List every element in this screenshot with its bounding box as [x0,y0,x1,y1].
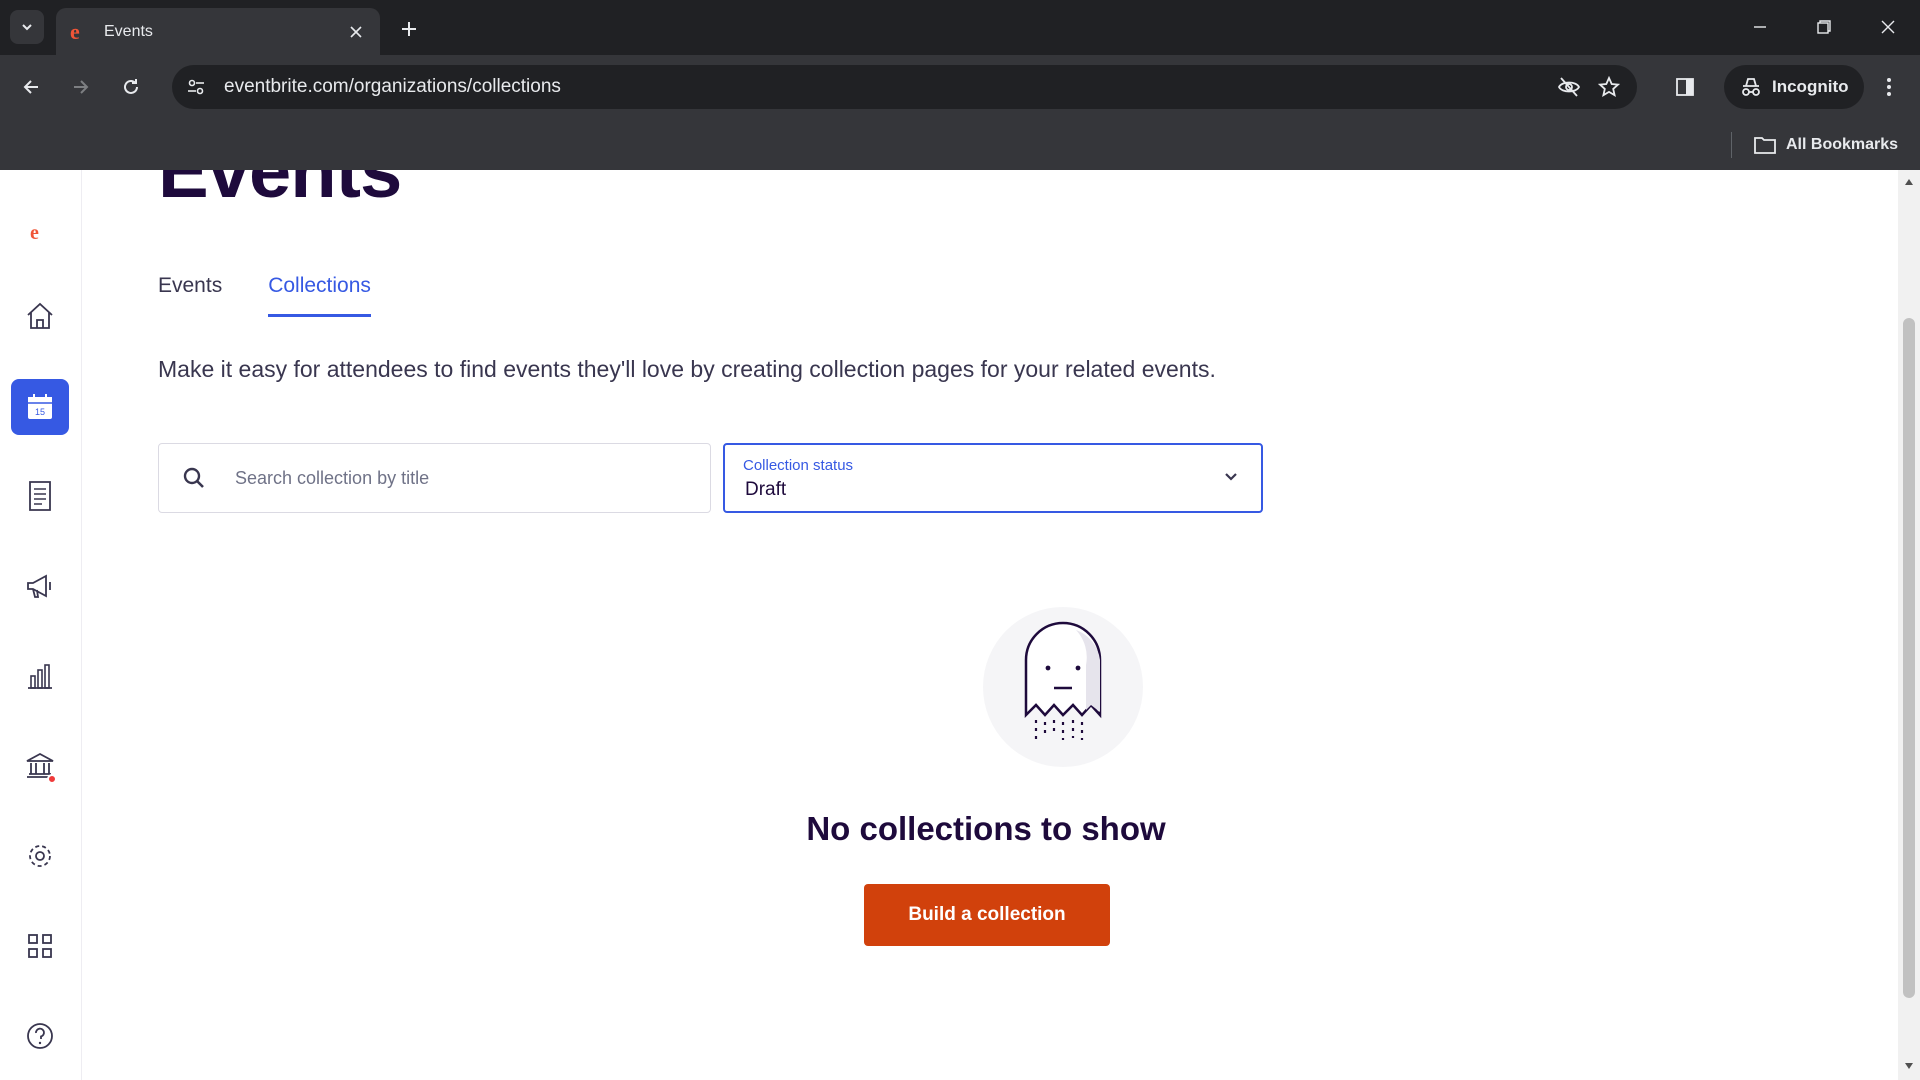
collection-status-select[interactable]: Collection status Draft [723,443,1263,513]
folder-icon [1754,137,1776,154]
close-icon [1881,20,1895,34]
search-box [158,443,711,513]
web-page: e 15 Events Events Collections Make it e… [0,170,1920,1080]
home-icon [27,302,53,329]
browser-tab-strip: e Events [0,0,1920,55]
grid-icon [28,934,52,958]
page-scrollbar[interactable] [1898,170,1920,1080]
reload-icon [124,79,138,94]
scroll-up-arrow-icon[interactable] [1903,176,1915,188]
browser-menu-button[interactable] [1872,70,1906,104]
restore-button[interactable] [1804,10,1844,44]
sidebar: e 15 [0,170,82,1080]
address-bar[interactable]: eventbrite.com/organizations/collections [172,65,1637,109]
tab-close-button[interactable] [346,22,366,42]
minimize-icon [1754,26,1766,28]
all-bookmarks-label: All Bookmarks [1786,136,1899,153]
tab-search-button[interactable] [10,10,44,44]
forward-button[interactable] [64,70,98,104]
help-icon [27,1023,53,1049]
search-input[interactable] [235,467,695,489]
ghost-illustration-icon [983,607,1143,767]
empty-state-title: No collections to show [806,810,1166,847]
eventbrite-logo[interactable]: e [30,222,39,245]
sidebar-item-help[interactable] [11,1008,69,1064]
scroll-down-arrow-icon[interactable] [1903,1060,1915,1072]
url-text: eventbrite.com/organizations/collections [224,76,561,97]
sidebar-item-marketing[interactable] [11,558,69,614]
tab-title: Events [104,22,153,40]
page-title: Events [158,170,402,214]
chevron-down-icon [1225,473,1237,481]
sidebar-item-orders[interactable] [11,468,69,524]
incognito-badge[interactable]: Incognito [1724,65,1865,109]
sidebar-item-events[interactable]: 15 [11,379,69,435]
sidebar-item-reporting[interactable] [11,648,69,704]
sidebar-item-home[interactable] [11,288,69,344]
side-panel-icon [1676,78,1694,96]
side-panel-button[interactable] [1668,70,1702,104]
bookmarks-divider [1731,132,1732,158]
sidebar-item-finance[interactable] [11,738,69,794]
collection-status-value: Draft [745,479,787,500]
minimize-button[interactable] [1740,10,1780,44]
calendar-day: 15 [35,407,45,417]
bar-chart-icon [28,664,52,689]
sidebar-item-settings[interactable] [11,828,69,884]
notification-dot [47,774,57,784]
restore-icon [1817,20,1831,34]
calendar-icon: 15 [28,394,52,419]
gear-icon [29,845,51,867]
plus-icon [402,22,416,36]
search-icon [159,443,229,513]
incognito-icon [1742,78,1760,96]
receipt-icon [29,481,51,511]
collections-description: Make it easy for attendees to find event… [158,356,1216,382]
all-bookmarks-button[interactable]: All Bookmarks [1754,130,1898,160]
megaphone-icon [27,574,51,598]
close-icon [350,25,362,38]
reload-button[interactable] [114,70,148,104]
chevron-down-icon [22,24,32,31]
eventbrite-favicon-icon: e [70,18,80,44]
arrow-right-icon [74,80,89,94]
scrollbar-thumb[interactable] [1903,318,1915,998]
star-icon[interactable] [1589,67,1629,107]
eye-off-icon[interactable] [1549,67,1589,107]
tab-events[interactable]: Events [158,274,222,317]
page-tabs: Events Collections [158,274,417,317]
browser-tab[interactable]: e Events [56,8,380,55]
build-collection-button[interactable]: Build a collection [864,884,1110,946]
bookmarks-bar: All Bookmarks [0,120,1920,170]
main-content: Events Events Collections Make it easy f… [158,170,1898,1080]
collection-status-label: Collection status [743,457,854,474]
site-info-icon[interactable] [178,69,214,105]
new-tab-button[interactable] [392,12,426,46]
incognito-label: Incognito [1772,77,1849,96]
back-button[interactable] [14,70,48,104]
sidebar-item-apps[interactable] [11,918,69,974]
more-vertical-icon [1887,78,1891,96]
arrow-left-icon [23,80,38,94]
close-window-button[interactable] [1868,10,1908,44]
browser-toolbar: eventbrite.com/organizations/collections… [0,55,1920,120]
tab-collections[interactable]: Collections [268,274,371,317]
